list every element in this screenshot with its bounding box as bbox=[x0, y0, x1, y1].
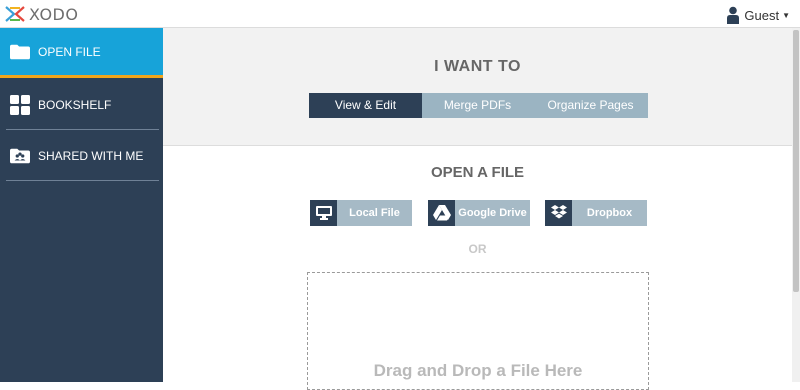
drop-zone-label: Drag and Drop a File Here bbox=[373, 361, 583, 380]
mode-panel: I WANT TO View & Edit Merge PDFs Organiz… bbox=[163, 28, 792, 146]
dropbox-icon bbox=[545, 200, 572, 226]
active-indicator bbox=[0, 75, 163, 78]
i-want-to-heading: I WANT TO bbox=[434, 58, 521, 75]
logo-text: XODO bbox=[29, 4, 79, 24]
user-menu[interactable]: Guest ▼ bbox=[726, 5, 790, 25]
scrollbar-thumb[interactable] bbox=[793, 30, 799, 292]
user-name: Guest bbox=[744, 7, 780, 23]
dropbox-button[interactable]: Dropbox bbox=[545, 200, 647, 226]
or-divider: OR bbox=[468, 242, 487, 256]
shared-folder-icon bbox=[10, 146, 30, 166]
view-edit-button[interactable]: View & Edit bbox=[309, 93, 422, 118]
drop-zone[interactable]: Drag and Drop a File Here bbox=[307, 272, 649, 390]
sidebar: OPEN FILE BOOKSHELF SHARED WITH ME bbox=[0, 28, 163, 382]
caret-down-icon: ▼ bbox=[782, 10, 790, 20]
xodo-logo[interactable]: XODO bbox=[4, 4, 78, 24]
sidebar-item-bookshelf[interactable]: BOOKSHELF bbox=[0, 80, 163, 130]
sidebar-item-label: BOOKSHELF bbox=[38, 98, 112, 112]
mode-selector: View & Edit Merge PDFs Organize Pages bbox=[309, 93, 648, 118]
top-bar: XODO Guest ▼ bbox=[0, 0, 800, 28]
google-drive-icon bbox=[428, 200, 455, 226]
monitor-icon bbox=[310, 200, 337, 226]
merge-pdfs-button[interactable]: Merge PDFs bbox=[422, 93, 533, 118]
sidebar-divider bbox=[6, 180, 159, 181]
sidebar-divider bbox=[6, 129, 159, 130]
local-file-button[interactable]: Local File bbox=[310, 200, 412, 226]
dropbox-label: Dropbox bbox=[586, 207, 633, 219]
sidebar-item-label: SHARED WITH ME bbox=[38, 149, 144, 163]
person-icon bbox=[727, 6, 740, 24]
folder-icon bbox=[10, 42, 30, 62]
sidebar-item-open-file[interactable]: OPEN FILE bbox=[0, 28, 163, 75]
local-file-label: Local File bbox=[349, 207, 400, 219]
grid-icon bbox=[10, 95, 30, 115]
open-a-file-heading: OPEN A FILE bbox=[430, 164, 525, 181]
xodo-logo-icon bbox=[5, 6, 25, 22]
google-drive-button[interactable]: Google Drive bbox=[428, 200, 530, 226]
sidebar-item-shared-with-me[interactable]: SHARED WITH ME bbox=[0, 131, 163, 181]
sidebar-item-label: OPEN FILE bbox=[38, 44, 101, 59]
organize-pages-button[interactable]: Organize Pages bbox=[533, 93, 648, 118]
google-drive-label: Google Drive bbox=[458, 207, 527, 219]
